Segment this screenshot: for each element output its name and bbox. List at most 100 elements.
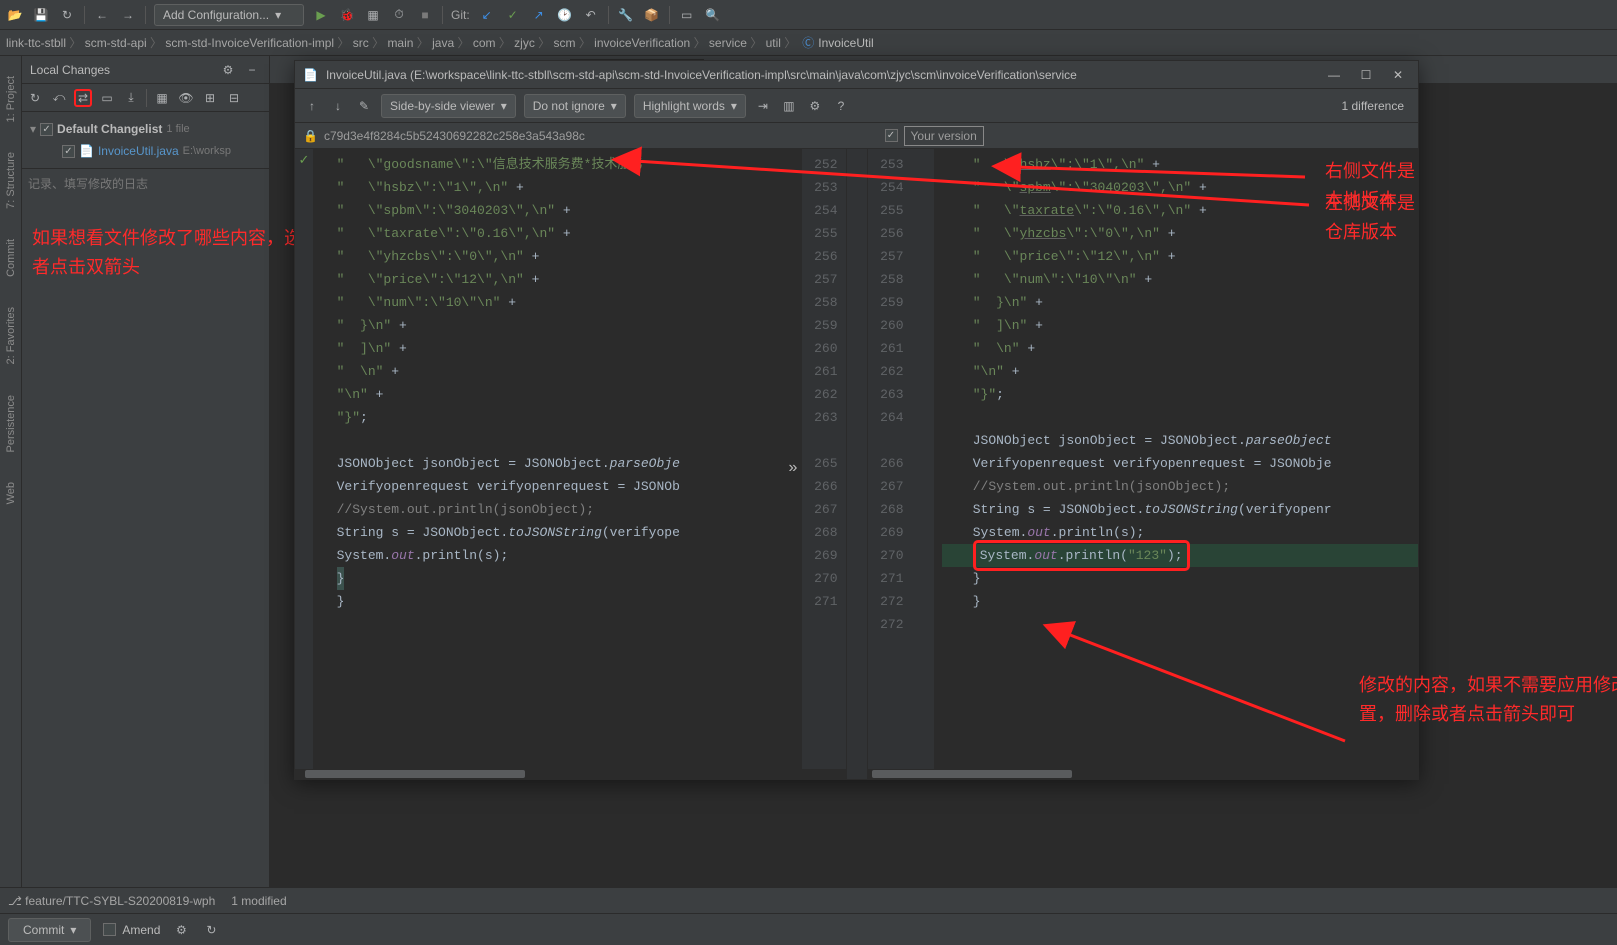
breadcrumb-item[interactable]: invoiceVerification [594,36,690,50]
changes-tree: ▾ ✓ Default Changelist 1 file ✓ 📄 Invoic… [22,112,269,168]
left-tool-gutter: 1: Project 7: Structure Commit 2: Favori… [0,56,22,887]
breadcrumb-item[interactable]: service [709,36,747,50]
maximize-icon[interactable]: ☐ [1354,63,1378,87]
changes-toolbar: ↻ ⤺ ⇄ ▭ ⤓ ▦ 👁 ⊞ ⊟ [22,84,269,112]
minimize-icon[interactable]: — [1322,63,1346,87]
group-icon[interactable]: ▦ [153,89,171,107]
scrollbar-horizontal[interactable] [295,769,846,779]
modified-count[interactable]: 1 modified [231,894,286,908]
breadcrumb-item[interactable]: java [432,36,454,50]
settings-icon[interactable]: 🔧 [617,6,635,24]
collapse-icon[interactable]: ⊟ [225,89,243,107]
breadcrumb-item[interactable]: link-ttc-stbll [6,36,66,50]
gutter-structure[interactable]: 7: Structure [5,152,17,209]
project-structure-icon[interactable]: 📦 [643,6,661,24]
viewer-mode-dropdown[interactable]: Side-by-side viewer▾ [381,94,516,118]
expand-icon[interactable]: ⊞ [201,89,219,107]
show-diff-icon[interactable]: ⇄ [74,89,92,107]
gear-icon[interactable]: ⚙ [219,61,237,79]
run-config-label: Add Configuration... [163,8,269,22]
profile-icon[interactable]: ⏱ [390,6,408,24]
git-update-icon[interactable]: ↙ [478,6,496,24]
close-icon[interactable]: ✕ [1386,63,1410,87]
changed-file-row[interactable]: ✓ 📄 InvoiceUtil.java E:\worksp [26,140,265,162]
git-commit-icon[interactable]: ✓ [504,6,522,24]
search-icon[interactable]: 🔍 [704,6,722,24]
next-diff-icon[interactable]: ↓ [329,97,347,115]
gutter-project[interactable]: 1: Project [5,76,17,122]
open-icon[interactable]: 📂 [6,6,24,24]
breadcrumb-item[interactable]: main [387,36,413,50]
changelist-row[interactable]: ▾ ✓ Default Changelist 1 file [26,118,265,140]
highlight-dropdown[interactable]: Highlight words▾ [634,94,746,118]
code-line [321,429,802,452]
breadcrumb-item[interactable]: scm-std-InvoiceVerification-impl [165,36,334,50]
chevron-down-icon: ▾ [70,923,76,937]
status-bar: ⎇ feature/TTC-SYBL-S20200819-wph 1 modif… [0,887,1617,913]
run-config-dropdown[interactable]: Add Configuration... ▾ [154,4,304,26]
breadcrumb-item[interactable]: util [766,36,781,50]
diff-left-pane[interactable]: ✓ " \"goodsname\":\"信息技术服务费*技术服务 " \"hsb… [295,149,846,779]
code-line: " \"taxrate\":\"0.16\",\n" + [321,222,802,245]
history-msg-icon[interactable]: ↻ [202,921,220,939]
changelist-icon[interactable]: ▭ [98,89,116,107]
git-history-icon[interactable]: 🕑 [556,6,574,24]
ignore-dropdown[interactable]: Do not ignore▾ [524,94,626,118]
save-icon[interactable]: 💾 [32,6,50,24]
file-icon: 📄 [303,68,318,82]
breadcrumb-item[interactable]: com [473,36,496,50]
file-icon: 📄 [79,144,94,158]
apply-change-arrow[interactable]: » [782,457,804,479]
avd-icon[interactable]: ▭ [678,6,696,24]
rollback-icon[interactable]: ⤺ [50,89,68,107]
amend-checkbox[interactable] [103,923,116,936]
sync-scroll-icon[interactable]: ▥ [780,97,798,115]
breadcrumb-item[interactable]: scm [554,36,576,50]
gutter-commit[interactable]: Commit [5,239,17,277]
changelist-checkbox[interactable]: ✓ [40,123,53,136]
gutter-favorites[interactable]: 2: Favorites [5,307,17,364]
back-icon[interactable]: ← [93,6,111,24]
editable-checkbox[interactable]: ✓ [885,129,898,142]
help-icon[interactable]: ? [832,97,850,115]
collapse-unchanged-icon[interactable]: ⇥ [754,97,772,115]
gutter-web[interactable]: Web [5,482,17,504]
gutter-persistence[interactable]: Persistence [5,395,17,452]
refresh-icon[interactable]: ↻ [26,89,44,107]
file-checkbox[interactable]: ✓ [62,145,75,158]
shelve-icon[interactable]: ⤓ [122,89,140,107]
gear-icon[interactable]: ⚙ [806,97,824,115]
run-icon[interactable]: ▶ [312,6,330,24]
commit-button[interactable]: Commit ▾ [8,918,91,942]
changes-tab-header[interactable]: Local Changes ⚙ − [22,56,269,84]
breadcrumb-item[interactable]: zjyc [514,36,535,50]
git-push-icon[interactable]: ↗ [530,6,548,24]
code-line: Verifyopenrequest verifyopenrequest = JS… [321,475,802,498]
hide-icon[interactable]: − [243,61,261,79]
breadcrumb-separator: 〉 [747,36,766,50]
code-line: " \"hsbz\":\"1\",\n" + [321,176,802,199]
breadcrumb-item[interactable]: src [353,36,369,50]
local-changes-tab-label: Local Changes [30,63,110,77]
commit-options-icon[interactable]: ⚙ [172,921,190,939]
sync-icon[interactable]: ↻ [58,6,76,24]
preview-icon[interactable]: 👁 [177,89,195,107]
coverage-icon[interactable]: ▦ [364,6,382,24]
breadcrumb-item[interactable]: scm-std-api [85,36,147,50]
diff-header-right: ✓ Your version [857,123,1419,148]
prev-diff-icon[interactable]: ↑ [303,97,321,115]
edit-source-icon[interactable]: ✎ [355,97,373,115]
right-marker-strip [912,149,934,779]
git-rollback-icon[interactable]: ↶ [582,6,600,24]
stop-icon[interactable]: ■ [416,6,434,24]
breadcrumb-file[interactable]: Ⓒ InvoiceUtil [802,34,873,51]
diff-count: 1 difference [1342,99,1411,113]
class-icon: Ⓒ [802,34,814,51]
forward-icon[interactable]: → [119,6,137,24]
diff-body: ✓ " \"goodsname\":\"信息技术服务费*技术服务 " \"hsb… [295,149,1418,779]
scrollbar-horizontal[interactable] [868,769,1419,779]
main-toolbar: 📂 💾 ↻ ← → Add Configuration... ▾ ▶ 🐞 ▦ ⏱… [0,0,1617,30]
git-branch[interactable]: ⎇ feature/TTC-SYBL-S20200819-wph [8,894,215,908]
debug-icon[interactable]: 🐞 [338,6,356,24]
expand-arrow-icon[interactable]: ▾ [30,122,36,136]
